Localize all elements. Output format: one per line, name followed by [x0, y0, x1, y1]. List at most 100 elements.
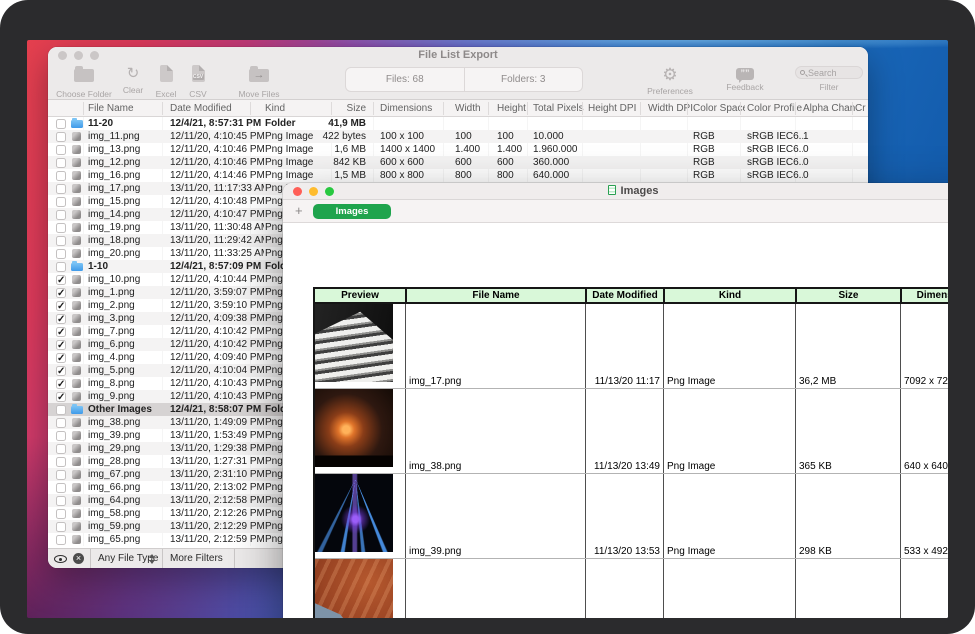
cell-wdpi: [648, 143, 694, 156]
csv-export-button[interactable]: CSV CSV: [182, 65, 214, 99]
row-checkbox[interactable]: ✓: [56, 379, 66, 389]
image-file-icon: [72, 418, 81, 427]
preview-cell-kind: Png Image: [663, 304, 795, 388]
row-checkbox[interactable]: ✓: [56, 301, 66, 311]
image-file-icon: [72, 470, 81, 479]
cell-date: 13/11/20, 11:33:25 AM: [170, 247, 264, 260]
table-row[interactable]: img_12.png12/11/20, 4:10:46 PMPng Image8…: [48, 156, 868, 169]
row-checkbox[interactable]: [56, 132, 66, 142]
cell-wdpi: [648, 156, 694, 169]
row-checkbox[interactable]: [56, 184, 66, 194]
cell-dims: 600 x 600: [380, 156, 450, 169]
row-checkbox[interactable]: [56, 457, 66, 467]
cell-name: Other Images: [88, 403, 168, 416]
cell-size: 1,5 MB: [296, 169, 366, 182]
column-header-hdpi[interactable]: Height DPI: [588, 100, 638, 117]
cell-alpha: 0: [803, 169, 855, 182]
preview-table-row[interactable]: img_29.png11/13/20 13:29Png Image657 KB5…: [315, 559, 948, 618]
dropdown-stepper-icon[interactable]: [149, 554, 155, 564]
column-header-name[interactable]: File Name: [88, 100, 168, 117]
preview-cell-name: img_29.png: [405, 559, 585, 618]
row-checkbox[interactable]: [56, 522, 66, 532]
row-checkbox[interactable]: ✓: [56, 314, 66, 324]
column-header-alpha[interactable]: Alpha Chan...: [803, 100, 855, 117]
image-file-icon: [72, 366, 81, 375]
row-checkbox[interactable]: [56, 249, 66, 259]
column-header-dims[interactable]: Dimensions: [380, 100, 450, 117]
clear-filter-icon[interactable]: ×: [73, 553, 84, 564]
titlebar[interactable]: File List Export: [48, 47, 868, 62]
table-row[interactable]: img_11.png12/11/20, 4:10:45 PMPng Image4…: [48, 130, 868, 143]
cell-date: 13/11/20, 2:31:10 PM: [170, 468, 264, 481]
cell-name: img_8.png: [88, 377, 168, 390]
row-checkbox[interactable]: ✓: [56, 353, 66, 363]
image-file-icon: [72, 353, 81, 362]
preview-cell-size: 657 KB: [795, 559, 900, 618]
preferences-button[interactable]: ⚙ Preferences: [640, 65, 700, 96]
row-checkbox[interactable]: [56, 145, 66, 155]
row-checkbox[interactable]: [56, 496, 66, 506]
preview-cell-date: 11/13/20 11:17: [585, 304, 663, 388]
eye-icon[interactable]: [54, 555, 67, 563]
cell-name: img_11.png: [88, 130, 168, 143]
filter-label: Filter: [795, 82, 863, 92]
row-checkbox[interactable]: [56, 470, 66, 480]
row-checkbox[interactable]: [56, 210, 66, 220]
row-checkbox[interactable]: [56, 535, 66, 545]
preview-image: [315, 474, 393, 552]
column-header-width[interactable]: Width: [455, 100, 497, 117]
preview-column-header-date: Date Modified: [585, 289, 663, 302]
folder-icon: [74, 69, 94, 82]
excel-export-button[interactable]: Excel: [150, 65, 182, 99]
row-checkbox[interactable]: [56, 262, 66, 272]
row-checkbox[interactable]: ✓: [56, 327, 66, 337]
titlebar[interactable]: Images: [283, 183, 948, 200]
row-checkbox[interactable]: [56, 431, 66, 441]
row-checkbox[interactable]: ✓: [56, 366, 66, 376]
cell-total: 640.000: [533, 169, 589, 182]
cell-cr: [855, 130, 868, 143]
preview-column-header-kind: Kind: [663, 289, 795, 302]
row-checkbox[interactable]: [56, 444, 66, 454]
row-checkbox[interactable]: [56, 197, 66, 207]
search-input[interactable]: Search: [795, 66, 863, 79]
row-checkbox[interactable]: ✓: [56, 288, 66, 298]
move-files-button[interactable]: → Move Files: [234, 65, 284, 99]
row-checkbox[interactable]: [56, 483, 66, 493]
choose-folder-button[interactable]: Choose Folder: [56, 65, 112, 99]
more-filters-button[interactable]: More Filters: [170, 549, 223, 568]
row-checkbox[interactable]: [56, 509, 66, 519]
preview-cell-kind: Png Image: [663, 389, 795, 473]
preview-table-row[interactable]: img_39.png11/13/20 13:53Png Image298 KB5…: [315, 474, 948, 559]
sheet-tab-images[interactable]: Images: [313, 204, 391, 219]
table-row[interactable]: 11-2012/4/21, 8:57:31 PMFolder41,9 MB: [48, 117, 868, 130]
clear-button[interactable]: ↻ Clear: [116, 65, 150, 95]
row-checkbox[interactable]: ✓: [56, 392, 66, 402]
row-checkbox[interactable]: [56, 158, 66, 168]
preview-table-row[interactable]: img_38.png11/13/20 13:49Png Image365 KB6…: [315, 389, 948, 474]
column-header-total[interactable]: Total Pixels: [533, 100, 589, 117]
image-file-icon: [72, 431, 81, 440]
row-checkbox[interactable]: [56, 119, 66, 129]
cell-date: 13/11/20, 11:29:42 AM: [170, 234, 264, 247]
row-checkbox[interactable]: [56, 405, 66, 415]
row-checkbox[interactable]: [56, 418, 66, 428]
column-header-height[interactable]: Height: [497, 100, 535, 117]
preview-cell-preview: [315, 474, 405, 558]
row-checkbox[interactable]: [56, 223, 66, 233]
row-checkbox[interactable]: [56, 171, 66, 181]
cell-height: 800: [497, 169, 535, 182]
add-sheet-button[interactable]: +: [295, 203, 303, 218]
row-checkbox[interactable]: ✓: [56, 340, 66, 350]
cell-name: img_6.png: [88, 338, 168, 351]
row-checkbox[interactable]: ✓: [56, 275, 66, 285]
cell-date: 12/11/20, 4:10:43 PM: [170, 377, 264, 390]
row-checkbox[interactable]: [56, 236, 66, 246]
cell-name: img_13.png: [88, 143, 168, 156]
column-header-cr[interactable]: Cr: [855, 100, 868, 117]
preview-table-row[interactable]: img_17.png11/13/20 11:17Png Image36,2 MB…: [315, 304, 948, 389]
column-header-cspace[interactable]: Color Space: [693, 100, 745, 117]
table-row[interactable]: img_16.png12/11/20, 4:14:46 PMPng Image1…: [48, 169, 868, 182]
table-row[interactable]: img_13.png12/11/20, 4:10:46 PMPng Image1…: [48, 143, 868, 156]
feedback-button[interactable]: ”” Feedback: [720, 65, 770, 92]
